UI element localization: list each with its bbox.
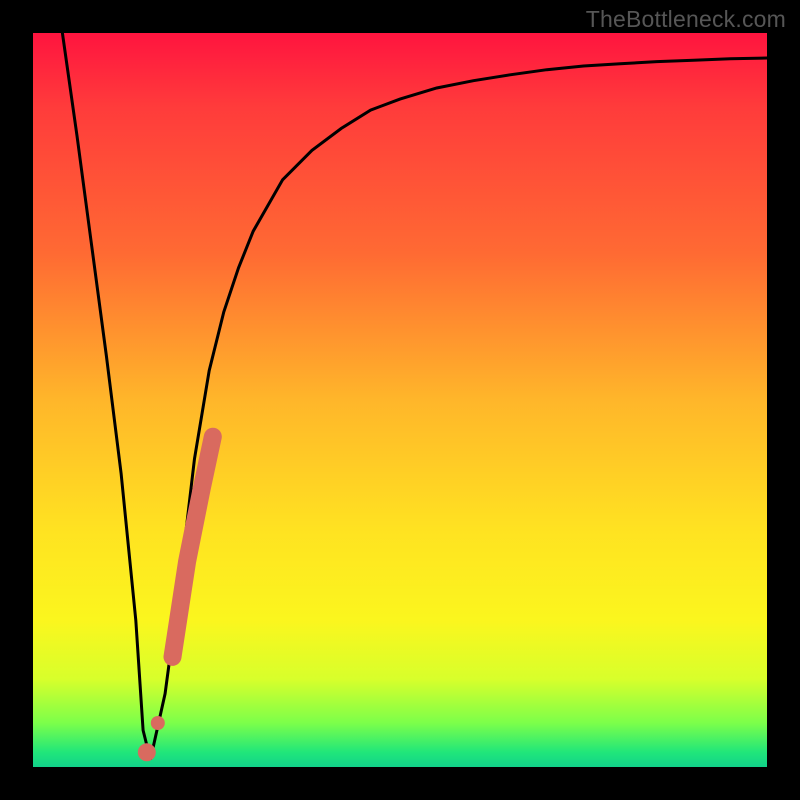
marker-dot [151,716,165,730]
chart-frame: TheBottleneck.com [0,0,800,800]
marker-dot [138,743,156,761]
chart-svg [33,33,767,767]
watermark-text: TheBottleneck.com [586,6,786,33]
